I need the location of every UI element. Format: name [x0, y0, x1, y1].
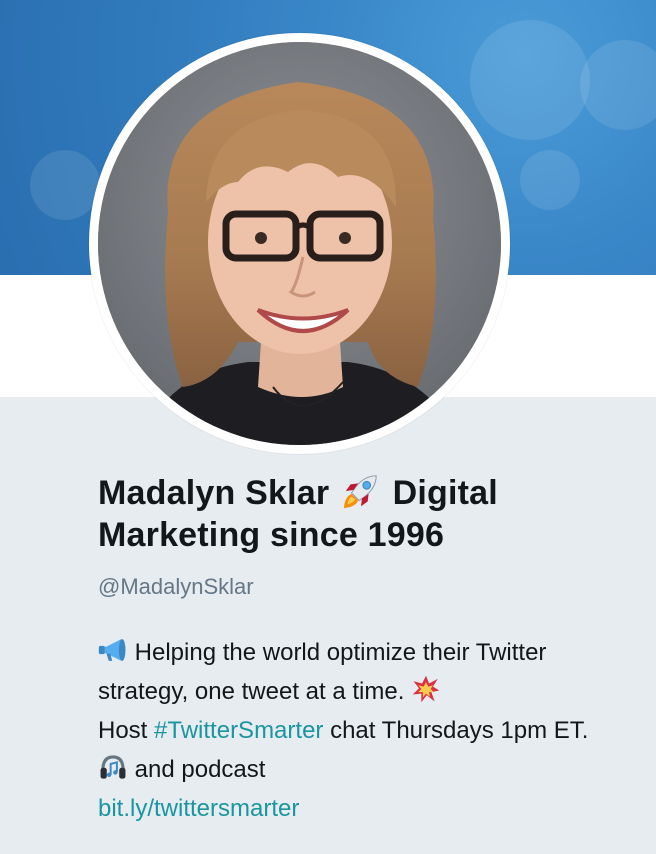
bio-text-1: Helping the world optimize their Twitter… — [98, 639, 547, 705]
collision-icon — [412, 675, 440, 703]
profile-bio: Helping the world optimize their Twitter… — [98, 633, 608, 828]
bio-text-4: and podcast — [134, 756, 266, 783]
profile-name[interactable]: Madalyn Sklar Digital Marketing since 19… — [98, 472, 618, 556]
profile-handle[interactable]: @MadalynSklar — [98, 574, 618, 600]
banner-bokeh — [30, 150, 100, 220]
avatar-frame[interactable] — [89, 33, 510, 454]
banner-bokeh — [580, 40, 656, 130]
banner-bokeh — [520, 150, 580, 210]
headphones-icon — [100, 755, 126, 779]
bio-url-link[interactable]: bit.ly/twittersmarter — [98, 795, 299, 822]
bio-text-2: Host — [98, 717, 148, 744]
banner-bokeh — [470, 20, 590, 140]
hashtag-link[interactable]: #TwitterSmarter — [154, 717, 323, 744]
bio-text-3: chat Thursdays 1pm ET. — [330, 717, 589, 744]
megaphone-icon — [98, 639, 126, 661]
profile-name-part1: Madalyn Sklar — [98, 474, 330, 512]
avatar-photo — [98, 42, 501, 445]
profile-info: Madalyn Sklar Digital Marketing since 19… — [98, 472, 618, 828]
avatar[interactable] — [98, 42, 501, 445]
rocket-icon — [343, 475, 377, 509]
